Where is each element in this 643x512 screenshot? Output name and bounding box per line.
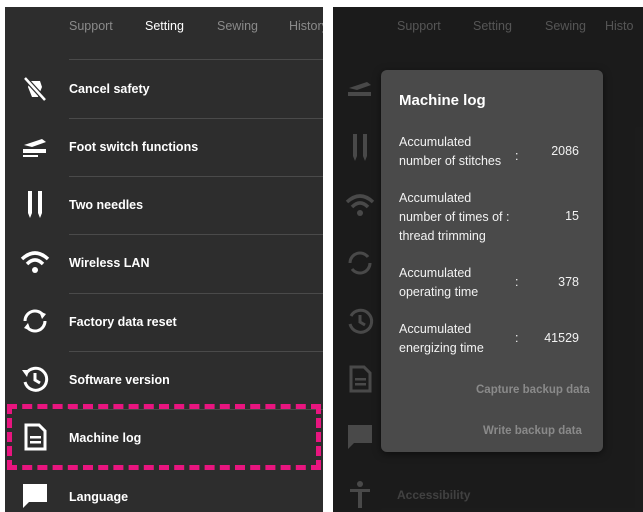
stitches-value: 2086 [551,144,579,158]
foot-switch-icon [20,131,50,161]
colon: : [515,331,519,345]
reset-icon [20,306,50,336]
wifi-icon [20,247,50,277]
menu-item-factory-reset[interactable]: Factory data reset [5,293,323,351]
chat-bubble-icon [20,481,50,511]
tab-support[interactable]: Support [69,19,113,33]
menu-label: Cancel safety [69,82,150,96]
tab-bar: Support Setting Sewing History [5,7,323,47]
energizing-time-value: 41529 [544,331,579,345]
dialog-title: Machine log [399,92,486,109]
machine-log-dialog: Machine log Accumulated number of stitch… [381,70,603,452]
capture-backup-button[interactable]: Capture backup data [476,384,590,396]
tab-setting[interactable]: Setting [145,19,184,33]
tab-history[interactable]: History [289,19,323,33]
menu-label: Factory data reset [69,315,177,329]
thread-trimming-value: 15 [565,209,579,223]
menu-item-language[interactable]: Language [5,468,323,512]
history-icon [20,364,50,394]
colon: : [515,275,519,289]
colon: : [515,149,519,163]
highlight-box [7,404,321,470]
menu-label: Software version [69,373,170,387]
menu-label: Foot switch functions [69,140,199,154]
settings-screen-dialog: Support Setting Sewing Histo Accessibili… [333,7,643,512]
operating-time-value: 378 [558,275,579,289]
menu-label: Language [69,490,129,504]
stitches-label: Accumulated number of stitches [399,135,502,168]
tab-sewing[interactable]: Sewing [217,19,258,33]
menu-item-two-needles[interactable]: Two needles [5,176,323,234]
two-needles-icon [20,189,50,219]
menu-item-software-version[interactable]: Software version [5,351,323,409]
thread-trimming-label: Accumulated number of times of : thread … [399,191,510,243]
menu-item-foot-switch[interactable]: Foot switch functions [5,118,323,176]
energizing-time-label: Accumulated energizing time [399,322,484,355]
menu-label: Wireless LAN [69,256,150,270]
settings-screen: Support Setting Sewing History Cancel sa… [5,7,323,512]
cancel-safety-icon [20,73,50,103]
menu-item-wireless-lan[interactable]: Wireless LAN [5,234,323,292]
operating-time-label: Accumulated operating time [399,266,479,299]
menu-label: Two needles [69,198,144,212]
menu-item-cancel-safety[interactable]: Cancel safety [5,60,323,118]
write-backup-button[interactable]: Write backup data [483,425,582,437]
